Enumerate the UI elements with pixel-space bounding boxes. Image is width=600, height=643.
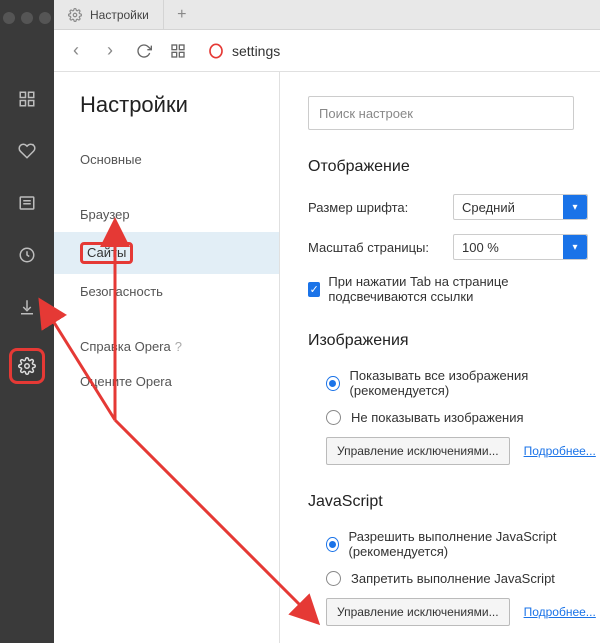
forward-button[interactable]: › [98,39,122,63]
search-placeholder: Поиск настроек [319,106,413,121]
tab-title: Настройки [90,8,149,22]
images-more-link[interactable]: Подробнее... [524,444,596,458]
chevron-down-icon: ▾ [563,195,587,219]
settings-search[interactable]: Поиск настроек [308,96,574,130]
speed-dial-button[interactable] [166,39,190,63]
reload-button[interactable] [132,39,156,63]
nav-browser[interactable]: Браузер [54,197,279,232]
speed-dial-icon[interactable] [16,88,38,110]
js-more-link[interactable]: Подробнее... [524,605,596,619]
nav-security[interactable]: Безопасность [54,274,279,309]
history-icon[interactable] [16,244,38,266]
tab-highlight-option[interactable]: ✓ При нажатии Tab на странице подсвечива… [308,274,600,304]
gear-icon[interactable] [16,355,38,377]
js-allow[interactable]: Разрешить выполнение JavaScript (рекомен… [326,529,600,559]
news-icon[interactable] [16,192,38,214]
settings-icon-highlight [9,348,45,384]
section-javascript: JavaScript Разрешить выполнение JavaScri… [308,493,600,626]
images-heading: Изображения [308,332,600,350]
checkbox-checked-icon: ✓ [308,282,320,297]
settings-title: Настройки [54,92,279,142]
settings-body: Поиск настроек Отображение Размер шрифта… [279,72,600,643]
js-manage-button[interactable]: Управление исключениями... [326,598,510,626]
images-manage-button[interactable]: Управление исключениями... [326,437,510,465]
chevron-down-icon: ▾ [563,235,587,259]
settings-nav: Настройки Основные Браузер Сайты Безопас… [54,72,279,643]
js-deny[interactable]: Запретить выполнение JavaScript [326,571,600,586]
nav-sites[interactable]: Сайты [54,232,279,274]
main-column: Настройки + ‹ › settings Настройки Основ… [54,0,600,643]
font-size-select[interactable]: Средний ▾ [453,194,588,220]
nav-sites-highlight: Сайты [80,242,133,264]
window-controls[interactable] [3,4,51,32]
section-display: Отображение Размер шрифта: Средний ▾ Мас… [308,158,600,304]
settings-content: Настройки Основные Браузер Сайты Безопас… [54,72,600,643]
downloads-icon[interactable] [16,296,38,318]
js-heading: JavaScript [308,493,600,511]
section-images: Изображения Показывать все изображения (… [308,332,600,465]
display-heading: Отображение [308,158,600,176]
back-button[interactable]: ‹ [64,39,88,63]
zoom-select[interactable]: 100 % ▾ [453,234,588,260]
images-dont-show[interactable]: Не показывать изображения [326,410,600,425]
radio-checked-icon [326,376,340,391]
nav-basic[interactable]: Основные [54,142,279,177]
address-text: settings [232,43,280,59]
font-size-label: Размер шрифта: [308,200,453,215]
radio-unchecked-icon [326,410,341,425]
tab-strip: Настройки + [54,0,600,30]
nav-rate[interactable]: Оцените Opera [54,364,279,399]
radio-checked-icon [326,537,339,552]
nav-help[interactable]: Справка Opera? [54,329,279,364]
zoom-label: Масштаб страницы: [308,240,453,255]
address-bar[interactable]: settings [200,37,590,65]
images-show-all[interactable]: Показывать все изображения (рекомендуетс… [326,368,600,398]
opera-icon [208,43,224,59]
heart-icon[interactable] [16,140,38,162]
left-rail [0,0,54,643]
new-tab-button[interactable]: + [164,0,200,29]
tab-settings[interactable]: Настройки [54,0,164,29]
radio-unchecked-icon [326,571,341,586]
toolbar: ‹ › settings [54,30,600,72]
